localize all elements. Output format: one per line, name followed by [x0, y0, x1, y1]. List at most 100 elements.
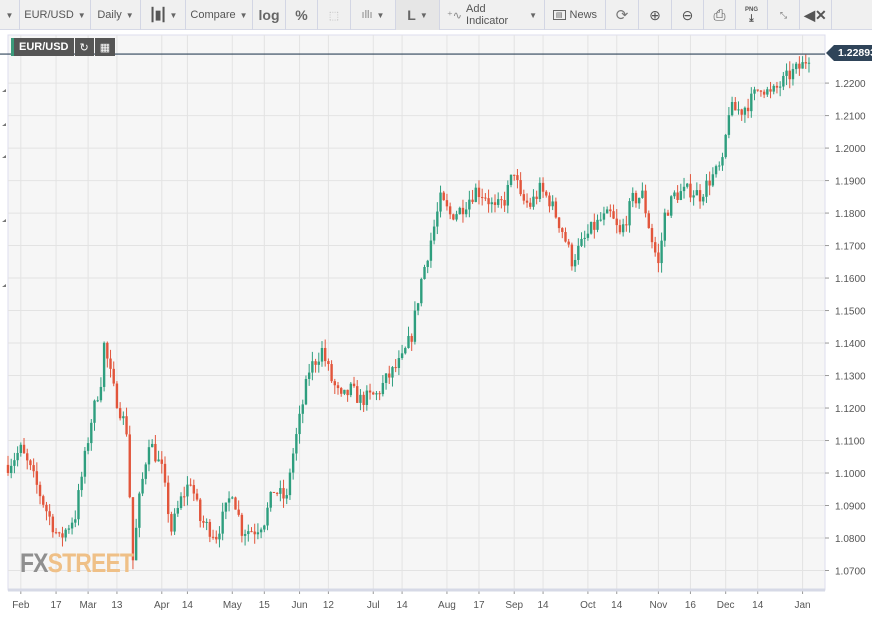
x-tick-label: Jan: [795, 600, 811, 611]
candle-body: [612, 211, 615, 219]
candle-body: [670, 196, 673, 216]
candle-body: [730, 102, 734, 116]
candle-body: [138, 493, 141, 528]
candle-body: [497, 199, 500, 205]
candle-body: [118, 408, 122, 419]
candle-body: [593, 221, 596, 230]
candle-body: [641, 190, 644, 198]
candle-body: [163, 463, 167, 483]
reload-icon[interactable]: ↻: [74, 38, 94, 56]
candle-body: [199, 499, 202, 522]
x-tick-label: Oct: [580, 600, 596, 611]
candle-body: [564, 231, 567, 242]
refresh-icon[interactable]: ⟳: [606, 0, 639, 30]
candle-body: [323, 347, 327, 362]
candle-body: [420, 279, 423, 304]
candle-body: [340, 388, 343, 394]
y-tick-label: 1.1200: [835, 404, 866, 415]
candle-body: [686, 183, 689, 187]
candle-body: [54, 532, 58, 534]
x-tick-label: 12: [323, 600, 335, 611]
candle-body: [80, 476, 83, 491]
x-tick-label: 13: [111, 600, 123, 611]
candle-body: [439, 192, 442, 212]
print-icon[interactable]: ⎙: [704, 0, 736, 30]
interval-dropdown[interactable]: Daily ▼: [91, 0, 141, 30]
mute-icon[interactable]: ◀✕: [800, 0, 832, 30]
candle-body: [304, 378, 308, 405]
candle-body: [6, 464, 10, 474]
candle-body: [70, 522, 74, 529]
candle-body: [134, 527, 138, 561]
scroll-marker-icon: [2, 219, 6, 222]
candle-body: [724, 134, 727, 158]
candle-body: [173, 513, 176, 532]
symbol-dropdown[interactable]: EUR/USD ▼: [20, 0, 91, 30]
percent-button[interactable]: %: [286, 0, 318, 30]
candle-body: [330, 364, 333, 382]
candle-body: [756, 89, 759, 91]
zoom-out-icon[interactable]: ⊖: [672, 0, 704, 30]
x-tick-label: Jul: [367, 600, 380, 611]
candle-body: [525, 200, 529, 203]
candle-body: [311, 361, 314, 373]
candle-body: [657, 252, 660, 264]
candle-body: [673, 192, 676, 197]
candle-body: [205, 521, 208, 523]
candle-body: [621, 224, 625, 233]
candle-body: [458, 207, 461, 215]
x-tick-label: 17: [50, 600, 62, 611]
log-button[interactable]: log: [253, 0, 286, 30]
candle-body: [378, 393, 381, 395]
candle-body: [541, 182, 545, 192]
candle-body: [682, 186, 686, 192]
candle-body: [480, 197, 484, 199]
price-chart[interactable]: 1.2200 1.2100 1.2000 1.1900 1.1800 1.1700 1.16…: [0, 30, 872, 618]
candle-body: [766, 89, 769, 95]
candle-body: [291, 453, 295, 473]
zoom-in-icon[interactable]: ⊕: [639, 0, 672, 30]
candle-body: [275, 492, 279, 494]
data-window-icon[interactable]: ▦: [94, 38, 116, 56]
news-button[interactable]: ▤ News: [545, 0, 606, 30]
candle-body: [10, 465, 13, 474]
candle-body: [583, 237, 586, 239]
volume-dropdown[interactable]: ıllı ▼: [351, 0, 396, 30]
candle-body: [240, 514, 244, 536]
candle-body: [474, 187, 477, 202]
chart-type-dropdown[interactable]: L ▼: [396, 0, 440, 30]
candle-body: [631, 192, 634, 202]
menu-dropdown[interactable]: ▼: [0, 0, 20, 30]
candle-body: [484, 197, 487, 199]
candle-body: [804, 62, 807, 64]
add-indicator-label: Add Indicator: [466, 3, 509, 27]
candle-body: [295, 434, 298, 454]
fullscreen-icon[interactable]: ⤡: [768, 0, 800, 30]
chart-style-dropdown[interactable]: ┃▮┃ ▼: [141, 0, 186, 30]
candle-body: [93, 400, 96, 423]
candle-body: [532, 196, 535, 207]
candle-body: [189, 484, 192, 486]
candle-body: [762, 91, 766, 95]
candle-body: [157, 459, 160, 462]
candle-body: [442, 192, 445, 201]
candle-body: [259, 529, 263, 533]
compare-dropdown[interactable]: Compare ▼: [186, 0, 253, 30]
x-tick-label: 14: [611, 600, 623, 611]
chevron-down-icon: ▼: [77, 10, 86, 20]
candle-body: [179, 496, 183, 508]
candle-body: [490, 202, 493, 205]
chevron-down-icon: ▼: [125, 10, 134, 20]
candle-body: [426, 260, 429, 267]
drawing-icon[interactable]: ⬚: [318, 0, 351, 30]
candle-body: [429, 240, 433, 261]
candle-body: [692, 195, 695, 198]
candle-body: [13, 460, 16, 466]
png-download-button[interactable]: PNG ⤓: [736, 0, 768, 30]
candle-body: [102, 342, 106, 387]
y-tick-label: 1.1300: [835, 372, 866, 383]
scroll-marker-icon: [2, 155, 6, 158]
candle-body: [141, 478, 144, 494]
add-indicator-dropdown[interactable]: ⁺∿ Add Indicator ▼: [440, 0, 545, 30]
candle-body: [743, 107, 747, 115]
